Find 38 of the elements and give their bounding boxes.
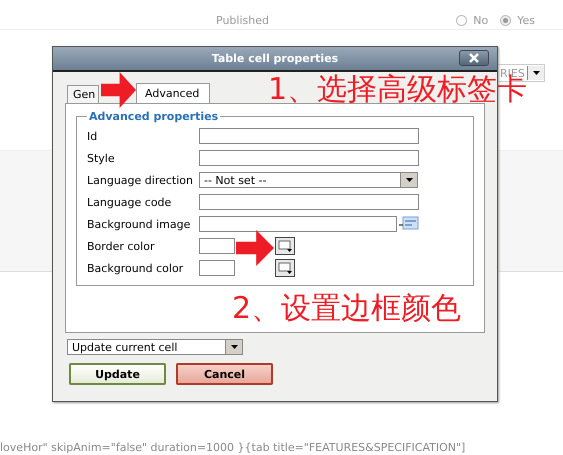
tab[interactable]: Advanced bbox=[136, 83, 210, 104]
dropdown-arrow-icon bbox=[406, 178, 412, 182]
dialog-title: Table cell properties bbox=[212, 52, 338, 65]
field-label: Published bbox=[216, 14, 269, 27]
dropdown[interactable]: Update current cell bbox=[67, 339, 243, 355]
radio-button[interactable] bbox=[500, 15, 512, 26]
text-field[interactable] bbox=[199, 194, 419, 210]
arrow-icon bbox=[101, 72, 136, 108]
text-field[interactable] bbox=[199, 238, 235, 254]
group-legend: Advanced properties bbox=[87, 110, 220, 123]
text-field[interactable] bbox=[199, 128, 419, 144]
text-field[interactable] bbox=[199, 150, 419, 166]
annotation-text: 2、设置边框颜色 bbox=[232, 294, 462, 324]
arrow-icon bbox=[236, 230, 274, 266]
tab[interactable]: Gen bbox=[67, 85, 99, 104]
field-label: Language code bbox=[87, 196, 172, 208]
update-button[interactable]: Update bbox=[69, 363, 166, 385]
text-field[interactable] bbox=[199, 216, 397, 232]
text-field[interactable] bbox=[199, 260, 235, 276]
field-label: Border color bbox=[87, 240, 156, 252]
close-icon bbox=[469, 53, 479, 63]
cancel-button[interactable]: Cancel bbox=[176, 363, 273, 385]
dropdown-arrow-icon bbox=[230, 345, 238, 349]
color-picker-button[interactable] bbox=[275, 259, 295, 277]
field-label: Background color bbox=[87, 262, 184, 274]
radio-button[interactable] bbox=[456, 15, 468, 26]
radio-label: Yes bbox=[517, 14, 535, 27]
browse-icon[interactable] bbox=[399, 216, 419, 232]
code-text: loveHor" skipAnim="false" duration=1000 }{tab title="FEATURES&SPECIFICATION"] bbox=[0, 441, 466, 454]
field-label: Id bbox=[87, 130, 98, 142]
radio-label: No bbox=[473, 14, 488, 27]
field-label: Background image bbox=[87, 218, 192, 230]
color-picker-button[interactable] bbox=[275, 237, 295, 255]
dropdown[interactable]: -- Not set -- bbox=[199, 172, 418, 188]
field-label: Style bbox=[87, 152, 116, 164]
close-button[interactable] bbox=[459, 50, 489, 66]
field-label: Language direction bbox=[87, 174, 194, 186]
dropdown-arrow-icon bbox=[532, 71, 540, 75]
